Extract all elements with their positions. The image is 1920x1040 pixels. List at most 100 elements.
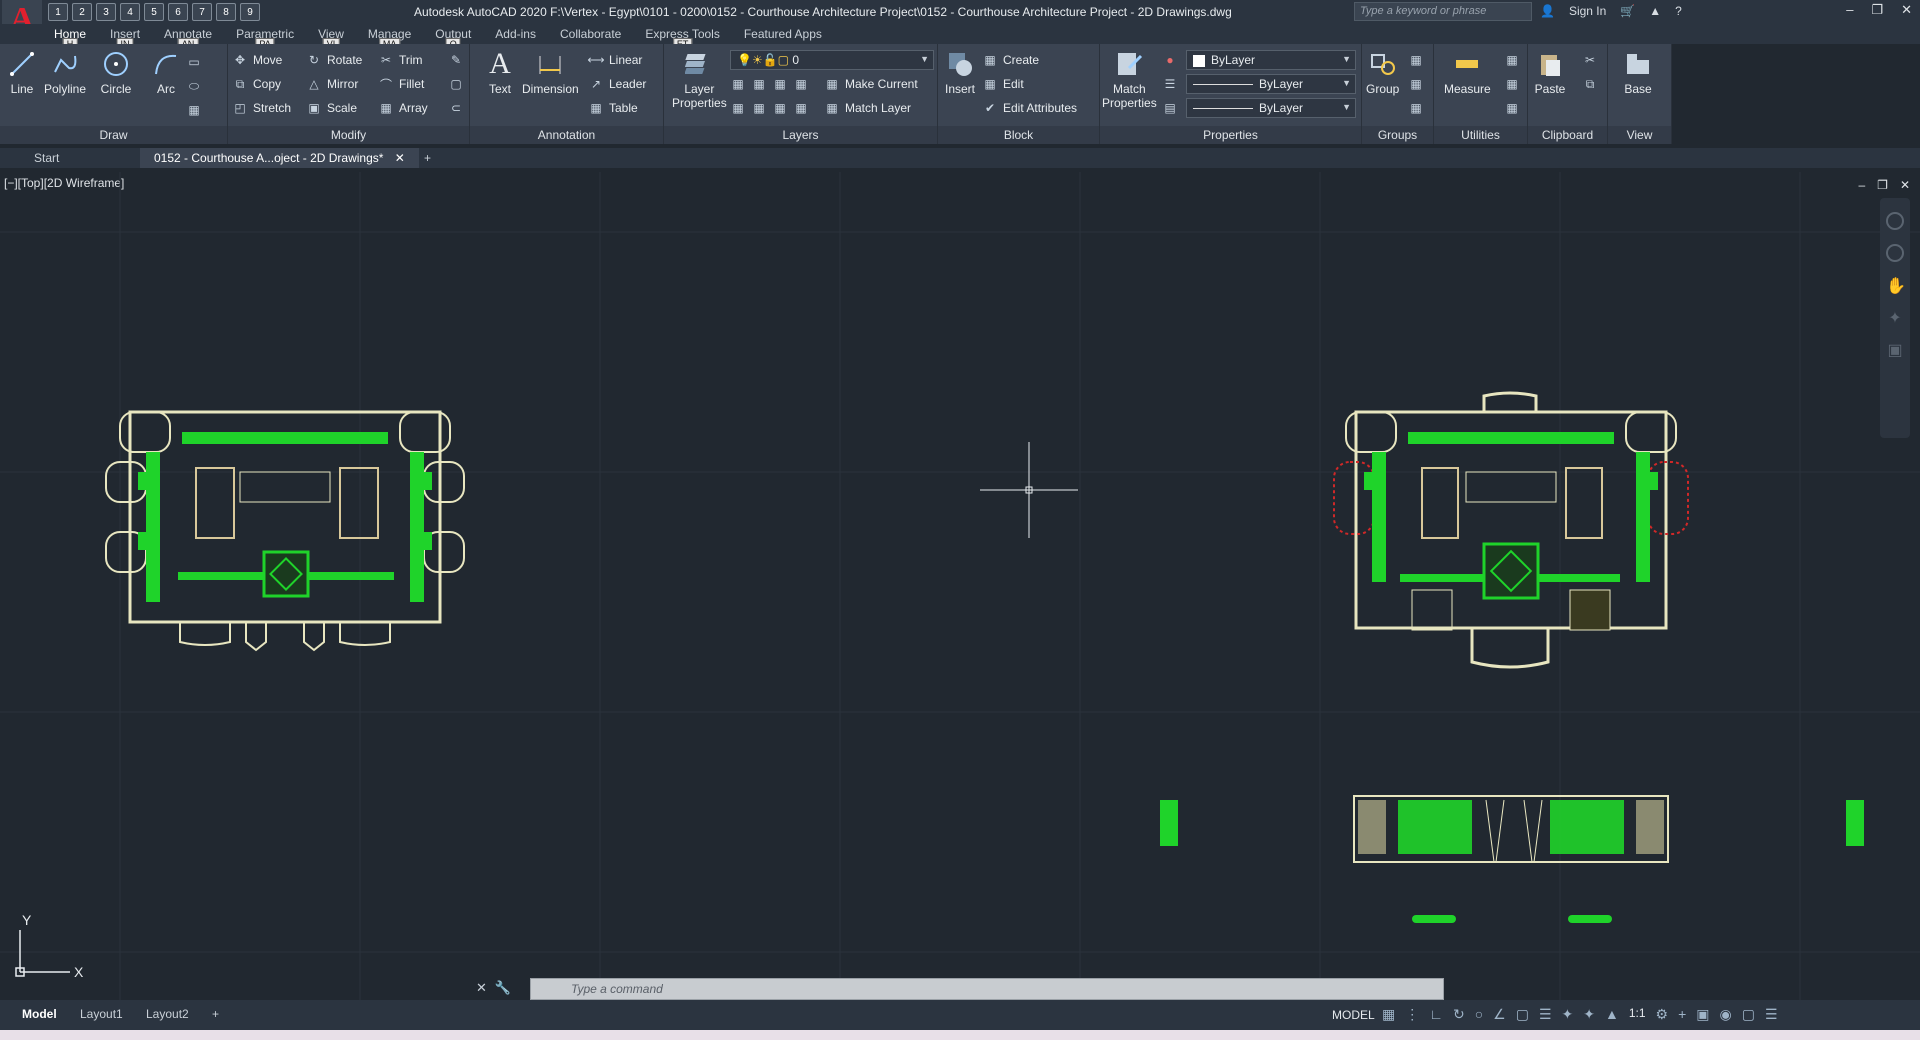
move-button[interactable]: ✥ Move (232, 50, 282, 70)
sign-in-link[interactable]: Sign In (1569, 4, 1606, 18)
side-element-right[interactable] (1846, 800, 1864, 846)
new-tab-button[interactable]: + (410, 148, 445, 168)
tab-insert[interactable]: InsertIN (110, 24, 140, 51)
ellipse-tool[interactable]: ⬭ (186, 76, 202, 96)
cut-tool[interactable]: ✂ (1582, 50, 1598, 70)
line-button[interactable]: Line (6, 48, 38, 96)
zoom-icon[interactable]: ✦ (1886, 308, 1904, 327)
polar-icon[interactable]: ↻ (1453, 1006, 1465, 1023)
drawing-canvas[interactable]: [−][Top][2D Wireframe] – ❐ ✕ Y X ✋ ✦ ▣ (0, 172, 1920, 1000)
qat-button[interactable]: 7 (192, 3, 212, 21)
orbit-icon[interactable] (1886, 244, 1904, 262)
quick-select-tool[interactable]: ▦ (1504, 50, 1520, 70)
select-all-tool[interactable]: ▦ (1504, 74, 1520, 94)
workspace-gear-icon[interactable]: ⚙ (1656, 1006, 1669, 1023)
dynamic-ucs-icon[interactable]: ∠ (1493, 1006, 1506, 1023)
ortho-icon[interactable]: ∟ (1429, 1006, 1443, 1023)
color-picker-button[interactable]: ● (1162, 50, 1178, 70)
steering-wheel-icon[interactable] (1886, 212, 1904, 230)
floor-plan-right[interactable] (1333, 391, 1689, 669)
tab-start[interactable]: Start (20, 148, 73, 168)
user-icon[interactable]: 👤 (1540, 4, 1555, 18)
group-select-tool[interactable]: ▦ (1408, 98, 1424, 118)
layout-tab-layout1[interactable]: Layout1 (80, 1007, 123, 1021)
tab-view[interactable]: ViewVI (318, 24, 344, 51)
tab-manage[interactable]: ManageMA (368, 24, 411, 51)
pan-icon[interactable]: ✋ (1886, 276, 1906, 295)
side-element-left[interactable] (1160, 800, 1178, 846)
restore-button[interactable]: ❐ (1871, 2, 1883, 18)
panel-title-utilities[interactable]: Utilities (1434, 126, 1527, 144)
elevation-drawing[interactable] (1353, 795, 1669, 863)
isolate-objects-icon[interactable]: ▣ (1696, 1006, 1709, 1023)
tab-active-drawing[interactable]: 0152 - Courthouse A...oject - 2D Drawing… (140, 148, 419, 168)
tab-annotate[interactable]: AnnotateAN (164, 24, 212, 51)
model-space-indicator[interactable]: MODEL (1332, 1008, 1375, 1022)
explode-tool[interactable]: ▢ (448, 74, 464, 94)
tab-collaborate[interactable]: Collaborate (560, 24, 621, 44)
layer-tools-row1[interactable]: ▦ ▦ ▦ ▦ (730, 74, 809, 94)
insert-block-button[interactable]: Insert (944, 48, 976, 96)
lineweight-toggle-icon[interactable]: ☰ (1539, 1006, 1552, 1023)
annotation-visibility-icon[interactable]: ✦ (1562, 1006, 1574, 1023)
qat-button[interactable]: 5 (144, 3, 164, 21)
base-view-button[interactable]: Base (1622, 48, 1654, 96)
qat-button[interactable]: 8 (216, 3, 236, 21)
qat-button[interactable]: 3 (96, 3, 116, 21)
array-button[interactable]: ▦ Array (378, 98, 427, 118)
polyline-button[interactable]: Polyline (44, 48, 86, 96)
copy-clip-tool[interactable]: ⧉ (1582, 74, 1598, 94)
floor-plan-left[interactable] (105, 410, 465, 652)
layer-dropdown[interactable]: 💡☀🔓▢ 0 ▼ (730, 50, 934, 70)
trim-button[interactable]: ✂ Trim (378, 50, 423, 70)
tab-express-tools[interactable]: Express ToolsET (645, 24, 720, 51)
rectangle-tool[interactable]: ▭ (186, 52, 202, 72)
group-edit-tool[interactable]: ▦ (1408, 74, 1424, 94)
minimize-button[interactable]: – (1846, 2, 1853, 18)
paste-button[interactable]: Paste (1534, 48, 1566, 96)
table-button[interactable]: ▦ Table (588, 98, 637, 118)
add-layout-button[interactable]: + (212, 1007, 219, 1021)
mirror-button[interactable]: △ Mirror (306, 74, 358, 94)
qat-button[interactable]: 1 (48, 3, 68, 21)
ungroup-tool[interactable]: ▦ (1408, 50, 1424, 70)
tab-add-ins[interactable]: Add-ins (495, 24, 536, 44)
color-dropdown[interactable]: ByLayer ▼ (1186, 50, 1356, 70)
tab-home[interactable]: HomeH (54, 24, 86, 51)
detail-element-2[interactable] (1568, 915, 1612, 923)
make-current-button[interactable]: ▦ Make Current (824, 74, 917, 94)
dimension-button[interactable]: Dimension (522, 48, 579, 96)
tab-featured-apps[interactable]: Featured Apps (744, 24, 822, 44)
scale-button[interactable]: ▣ Scale (306, 98, 357, 118)
autoscale-icon[interactable]: ✦ (1583, 1006, 1595, 1023)
panel-title-clipboard[interactable]: Clipboard (1528, 126, 1607, 144)
plus-icon[interactable]: + (1678, 1006, 1686, 1023)
group-button[interactable]: Group (1366, 48, 1399, 96)
layer-tools-row2[interactable]: ▦ ▦ ▦ ▦ (730, 98, 809, 118)
tab-parametric[interactable]: ParametricPA (236, 24, 294, 51)
arc-button[interactable]: Arc (150, 48, 182, 96)
create-block-button[interactable]: ▦ Create (982, 50, 1039, 70)
command-input[interactable]: Type a command (530, 978, 1444, 1000)
close-button[interactable]: ✕ (1901, 2, 1912, 18)
detail-element-1[interactable] (1412, 915, 1456, 923)
command-close-icon[interactable]: ✕ (476, 980, 487, 996)
rotate-button[interactable]: ↻ Rotate (306, 50, 362, 70)
panel-title-properties[interactable]: Properties (1100, 126, 1361, 144)
layout-tab-model[interactable]: Model (22, 1007, 57, 1021)
linear-dimension-button[interactable]: ⟷ Linear (587, 50, 642, 70)
osnap-icon[interactable]: ○ (1475, 1006, 1483, 1023)
command-customize-icon[interactable]: 🔧 (495, 980, 511, 996)
help-search-input[interactable]: Type a keyword or phrase (1354, 2, 1532, 21)
scale-readout[interactable]: 1:1 (1629, 1006, 1646, 1023)
grid-icon[interactable]: ▦ (1382, 1006, 1395, 1023)
hatch-tool[interactable]: ▦ (186, 100, 202, 120)
lineweight-dropdown[interactable]: ByLayer ▼ (1186, 98, 1356, 118)
clean-screen-icon[interactable]: ▢ (1742, 1006, 1755, 1023)
showmotion-icon[interactable]: ▣ (1886, 340, 1904, 359)
cart-icon[interactable]: 🛒 (1620, 4, 1635, 18)
layout-tab-layout2[interactable]: Layout2 (146, 1007, 189, 1021)
help-icon[interactable]: ? (1675, 4, 1682, 18)
qat-button[interactable]: 2 (72, 3, 92, 21)
hardware-acceleration-icon[interactable]: ◉ (1720, 1006, 1732, 1023)
